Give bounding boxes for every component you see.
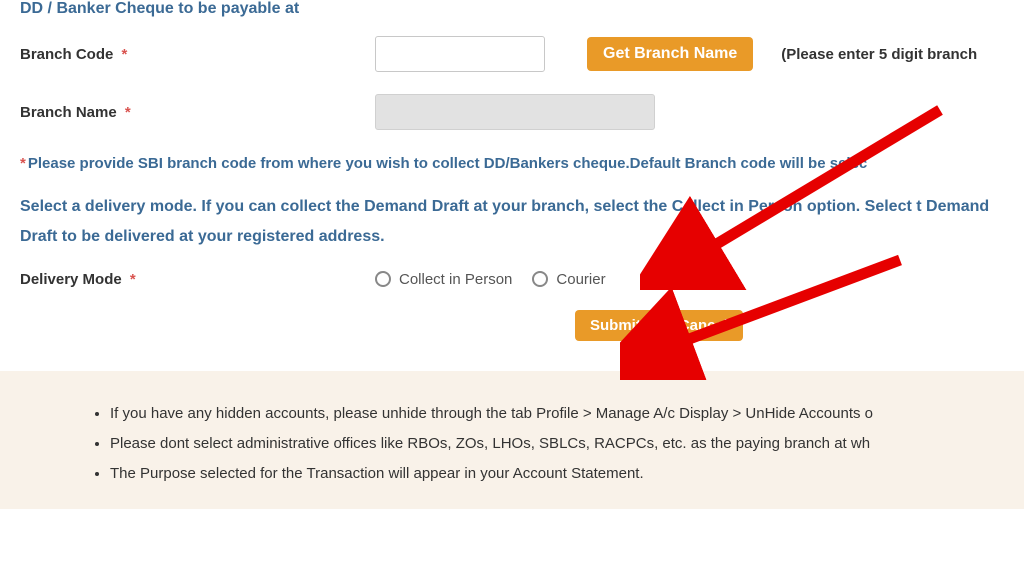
branch-code-row: Branch Code * Get Branch Name (Please en…	[20, 36, 1004, 72]
branch-code-label: Branch Code *	[20, 46, 375, 63]
branch-help-text: *Please provide SBI branch code from whe…	[20, 152, 1004, 176]
branch-code-input[interactable]	[375, 36, 545, 72]
submit-button[interactable]: Submit	[575, 310, 656, 341]
radio-courier[interactable]: Courier	[532, 271, 605, 288]
radio-collect-in-person[interactable]: Collect in Person	[375, 271, 512, 288]
delivery-mode-label: Delivery Mode *	[20, 271, 375, 288]
branch-name-row: Branch Name *	[20, 94, 1004, 130]
radio-icon	[532, 271, 548, 287]
branch-name-input	[375, 94, 655, 130]
note-item: If you have any hidden accounts, please …	[110, 399, 964, 429]
notes-list: If you have any hidden accounts, please …	[70, 399, 964, 489]
delivery-mode-radio-group: Collect in Person Courier	[375, 271, 606, 288]
delivery-mode-row: Delivery Mode * Collect in Person Courie…	[20, 271, 1004, 288]
required-asterisk: *	[122, 46, 128, 63]
delivery-instruction: Select a delivery mode. If you can colle…	[20, 192, 1004, 253]
branch-name-label: Branch Name *	[20, 104, 375, 121]
section-heading: DD / Banker Cheque to be payable at	[20, 0, 1004, 18]
help-asterisk: *	[20, 155, 26, 172]
get-branch-name-button[interactable]: Get Branch Name	[587, 37, 753, 71]
note-item: The Purpose selected for the Transaction…	[110, 459, 964, 489]
notes-section: If you have any hidden accounts, please …	[0, 371, 1024, 509]
action-buttons: Submit Cancel	[575, 310, 1004, 341]
required-asterisk: *	[130, 271, 136, 288]
radio-collect-label: Collect in Person	[399, 271, 512, 288]
branch-code-hint: (Please enter 5 digit branch	[781, 46, 977, 63]
heading-text: DD / Banker Cheque to be payable at	[20, 0, 299, 17]
required-asterisk: *	[125, 104, 131, 121]
radio-icon	[375, 271, 391, 287]
radio-courier-label: Courier	[556, 271, 605, 288]
cancel-button[interactable]: Cancel	[664, 310, 743, 341]
note-item: Please dont select administrative office…	[110, 429, 964, 459]
